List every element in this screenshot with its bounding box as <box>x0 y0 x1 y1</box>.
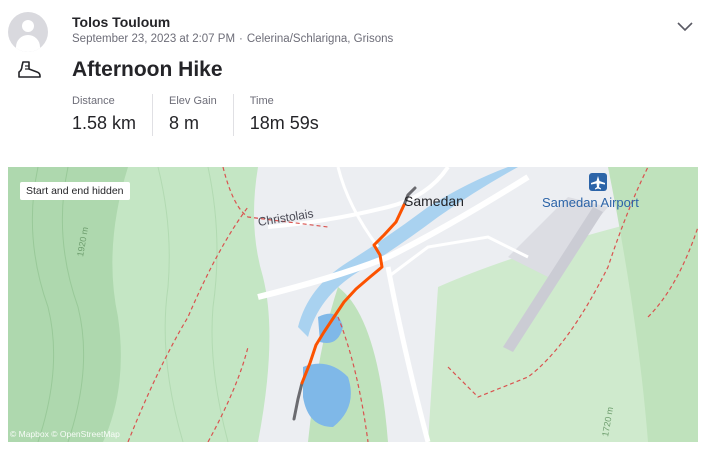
stat-value: 1.58 km <box>72 113 137 133</box>
activity-location: Celerina/Schlarigna, Grisons <box>246 33 394 45</box>
stat-value: 8 m <box>169 113 200 133</box>
privacy-badge: Start and end hidden <box>20 182 130 200</box>
avatar-head <box>22 20 34 32</box>
activity-date: September 23, 2023 at 2:07 PM <box>72 33 236 45</box>
stat-time: Time 18m 59s <box>250 94 335 136</box>
stat-label: Distance <box>72 95 115 107</box>
activity-meta: September 23, 2023 at 2:07 PM · Celerina/S… <box>72 33 393 45</box>
avatar-body <box>16 35 40 52</box>
airport-label: Samedan Airport <box>542 195 639 210</box>
hiking-boot-icon <box>18 61 41 78</box>
avatar[interactable] <box>8 12 48 52</box>
stat-elevation: Elev Gain 8 m <box>169 94 234 136</box>
stat-label: Time <box>249 95 274 107</box>
athlete-name[interactable]: Tolos Touloum <box>72 14 170 30</box>
stat-distance: Distance 1.58 km <box>72 94 154 136</box>
map-attribution[interactable]: © Mapbox © OpenStreetMap <box>10 429 120 439</box>
meta-separator: · <box>239 33 243 45</box>
town-label: Samedan <box>404 193 464 209</box>
route-map[interactable]: 1920 m 1720 m Start and end hidden Chris… <box>8 167 698 442</box>
airport-icon <box>589 173 607 191</box>
stats-row: Distance 1.58 km Elev Gain 8 m Time 18m … <box>72 94 351 136</box>
stat-label: Elev Gain <box>169 95 217 107</box>
forest-area-dark <box>8 167 128 442</box>
chevron-down-icon[interactable] <box>676 19 694 33</box>
stat-value: 18m 59s <box>249 113 319 133</box>
activity-title: Afternoon Hike <box>72 58 223 81</box>
